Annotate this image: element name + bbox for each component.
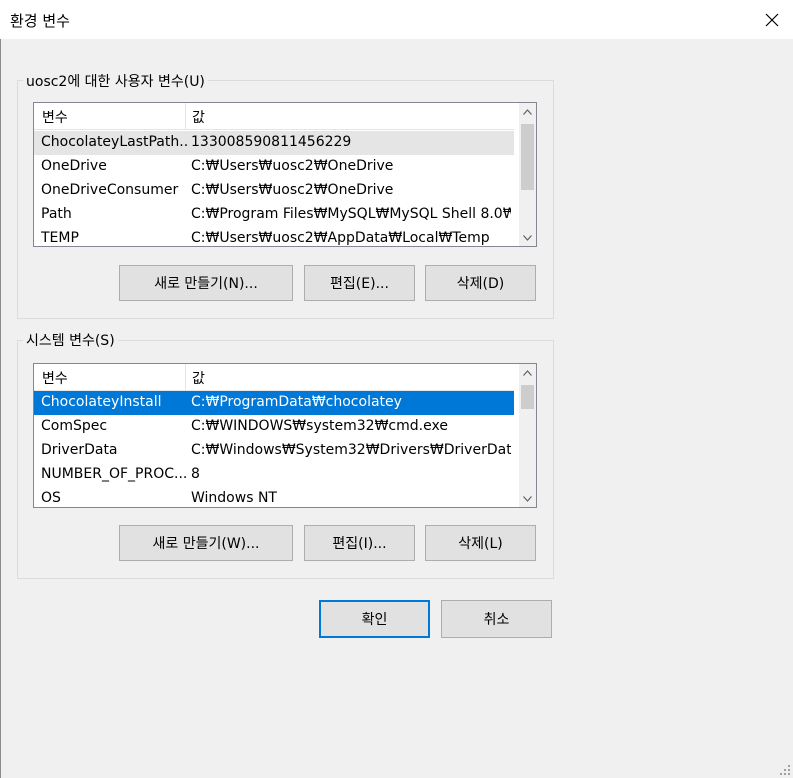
- vertical-scrollbar[interactable]: [519, 364, 536, 507]
- window-title: 환경 변수: [10, 12, 70, 30]
- variable-value: C:₩Users₩uosc2₩OneDrive: [191, 182, 394, 198]
- scroll-up-button[interactable]: [519, 364, 536, 381]
- list-item[interactable]: NUMBER_OF_PROC... 8: [34, 463, 514, 487]
- system-edit-button[interactable]: 편집(I)...: [304, 525, 415, 561]
- scroll-down-button[interactable]: [519, 490, 536, 507]
- list-header: 변수 값: [34, 364, 514, 391]
- variable-value: C:₩Users₩uosc2₩OneDrive: [191, 158, 394, 174]
- system-variables-list[interactable]: 변수 값 ChocolateyInstall C:₩ProgramData₩ch…: [33, 363, 537, 508]
- scroll-down-button[interactable]: [519, 229, 536, 246]
- variable-name: OneDriveConsumer: [41, 182, 179, 198]
- close-icon: [765, 13, 778, 26]
- user-edit-button[interactable]: 편집(E)...: [304, 265, 415, 301]
- system-new-button[interactable]: 새로 만들기(W)...: [119, 525, 293, 561]
- chevron-up-icon: [523, 369, 532, 376]
- resize-grip-icon[interactable]: [777, 762, 791, 776]
- variable-value: C:₩ProgramData₩chocolatey: [191, 394, 402, 410]
- vertical-scrollbar[interactable]: [519, 103, 536, 246]
- column-header-variable[interactable]: 변수: [42, 107, 68, 127]
- variable-name: Path: [41, 206, 72, 222]
- list-item[interactable]: TEMP C:₩Users₩uosc2₩AppData₩Local₩Temp: [34, 227, 514, 246]
- list-item[interactable]: Path C:₩Program Files₩MySQL₩MySQL Shell …: [34, 203, 514, 227]
- list-item[interactable]: ChocolateyLastPath... 133008590811456229: [34, 131, 514, 155]
- variable-name: ChocolateyInstall: [41, 394, 162, 410]
- variable-value: C:₩Users₩uosc2₩AppData₩Local₩Temp: [191, 230, 490, 246]
- scroll-thumb[interactable]: [521, 124, 534, 190]
- column-header-variable[interactable]: 변수: [42, 368, 68, 388]
- variable-name: DriverData: [41, 442, 118, 458]
- list-item[interactable]: OS Windows NT: [34, 487, 514, 507]
- user-delete-button[interactable]: 삭제(D): [425, 265, 536, 301]
- variable-value: 8: [191, 466, 200, 482]
- scroll-thumb[interactable]: [521, 385, 534, 409]
- cancel-button[interactable]: 취소: [441, 600, 552, 638]
- list-item-selected[interactable]: ChocolateyInstall C:₩ProgramData₩chocola…: [34, 391, 514, 415]
- list-header: 변수 값: [34, 103, 514, 130]
- variable-name: ChocolateyLastPath...: [41, 134, 187, 150]
- scroll-up-button[interactable]: [519, 103, 536, 120]
- user-variables-list[interactable]: 변수 값 ChocolateyLastPath... 1330085908114…: [33, 102, 537, 247]
- column-separator[interactable]: [185, 103, 186, 129]
- system-variables-label: 시스템 변수(S): [23, 330, 118, 350]
- system-delete-button[interactable]: 삭제(L): [425, 525, 536, 561]
- user-new-button[interactable]: 새로 만들기(N)...: [119, 265, 293, 301]
- variable-name: TEMP: [41, 230, 79, 246]
- list-item[interactable]: ComSpec C:₩WINDOWS₩system32₩cmd.exe: [34, 415, 514, 439]
- list-item[interactable]: OneDrive C:₩Users₩uosc2₩OneDrive: [34, 155, 514, 179]
- variable-value: C:₩Program Files₩MySQL₩MySQL Shell 8.0₩.…: [191, 206, 511, 222]
- chevron-down-icon: [523, 495, 532, 502]
- variable-name: ComSpec: [41, 418, 108, 434]
- window-edge: [0, 39, 1, 778]
- user-variables-label: uosc2에 대한 사용자 변수(U): [23, 71, 208, 91]
- variable-name: OS: [41, 490, 61, 506]
- variable-value: Windows NT: [191, 490, 277, 506]
- column-separator[interactable]: [185, 364, 186, 390]
- variable-name: NUMBER_OF_PROC...: [41, 466, 187, 482]
- column-header-value[interactable]: 값: [192, 107, 205, 127]
- variable-name: OneDrive: [41, 158, 107, 174]
- ok-button[interactable]: 확인: [319, 600, 430, 638]
- chevron-down-icon: [523, 234, 532, 241]
- title-bar: 환경 변수: [0, 0, 793, 39]
- variable-value: C:₩Windows₩System32₩Drivers₩DriverData: [191, 442, 511, 458]
- chevron-up-icon: [523, 108, 532, 115]
- variable-value: 133008590811456229: [191, 134, 352, 150]
- variable-value: C:₩WINDOWS₩system32₩cmd.exe: [191, 418, 448, 434]
- column-header-value[interactable]: 값: [192, 368, 205, 388]
- close-button[interactable]: [750, 0, 793, 39]
- list-item[interactable]: OneDriveConsumer C:₩Users₩uosc2₩OneDrive: [34, 179, 514, 203]
- list-item[interactable]: DriverData C:₩Windows₩System32₩Drivers₩D…: [34, 439, 514, 463]
